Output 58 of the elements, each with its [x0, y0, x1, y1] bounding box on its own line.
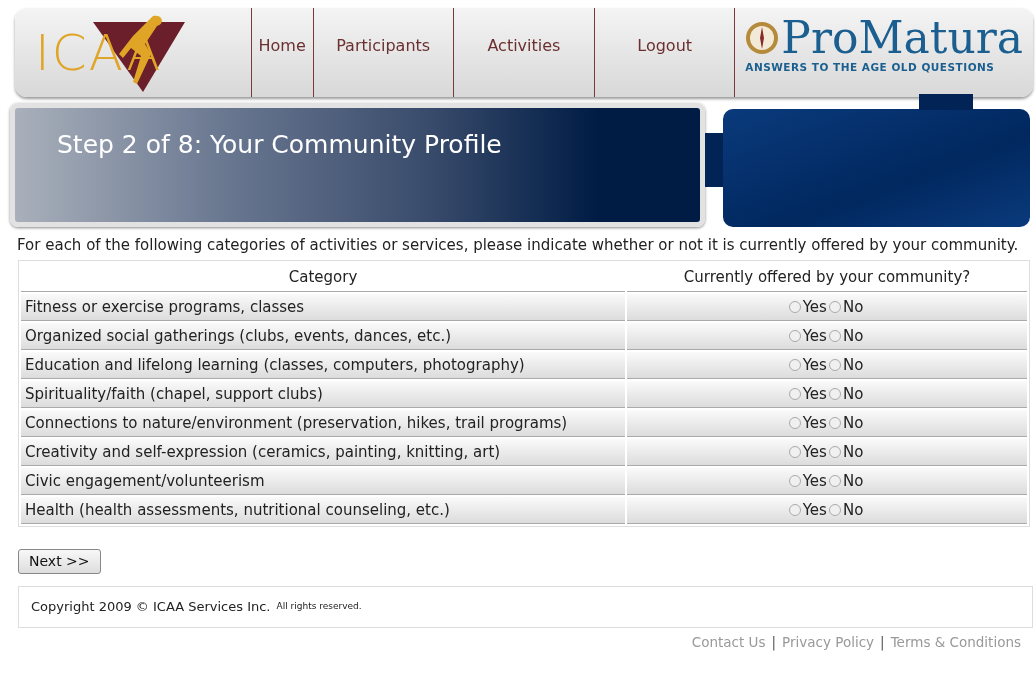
radio-option[interactable]: Yes [788, 440, 827, 464]
radio-option[interactable]: Yes [788, 353, 827, 377]
next-button[interactable]: Next >> [18, 549, 101, 574]
radio-button[interactable] [788, 387, 801, 400]
radio-option[interactable]: No [828, 498, 864, 522]
radio-button[interactable] [828, 329, 841, 342]
column-header: Currently offered by your community? [627, 263, 1027, 292]
copyright-text: Copyright 2009 © ICAA Services Inc. [31, 598, 271, 617]
radio-option[interactable]: Yes [788, 382, 827, 406]
radio-button[interactable] [828, 445, 841, 458]
instructions-text: For each of the following categories of activities or services, please indicate whether or not it is currently offered by your community. [17, 235, 1020, 256]
banner-connector [919, 94, 973, 110]
radio-button[interactable] [828, 358, 841, 371]
radio-option[interactable]: No [828, 353, 864, 377]
category-cell: Spirituality/faith (chapel, support clubs) [21, 381, 625, 408]
link-separator: | [771, 633, 777, 651]
tagline: ANSWERS TO THE AGE OLD QUESTIONS [745, 60, 996, 75]
radio-button[interactable] [788, 329, 801, 342]
radio-option[interactable]: Yes [788, 411, 827, 435]
radio-button[interactable] [788, 358, 801, 371]
category-cell: Creativity and self-expression (ceramics, painting, knitting, art) [21, 439, 625, 466]
nav-link[interactable]: Home [250, 8, 313, 97]
radio-option[interactable]: No [828, 411, 864, 435]
radio-option[interactable]: No [828, 440, 864, 464]
radio-button[interactable] [788, 474, 801, 487]
radio-button[interactable] [828, 474, 841, 487]
radio-button[interactable] [828, 503, 841, 516]
brand-logo-text: ProMatura [781, 16, 1023, 60]
nav-link[interactable]: Logout [594, 8, 735, 97]
rights-text: All rights reserved. [276, 600, 362, 614]
category-cell: Organized social gatherings (clubs, events, dances, etc.) [21, 323, 625, 350]
radio-button[interactable] [788, 300, 801, 313]
category-cell: Fitness or exercise programs, classes [21, 294, 625, 321]
radio-button[interactable] [828, 387, 841, 400]
radio-option[interactable]: Yes [788, 295, 827, 319]
radio-button[interactable] [828, 416, 841, 429]
radio-button[interactable] [788, 503, 801, 516]
radio-option[interactable]: Yes [788, 498, 827, 522]
banner-connector [705, 133, 723, 187]
category-cell: Civic engagement/volunteerism [21, 468, 625, 495]
radio-option[interactable]: No [828, 295, 864, 319]
page-title: Step 2 of 8: Your Community Profile [57, 130, 503, 160]
radio-button[interactable] [788, 416, 801, 429]
radio-option[interactable]: No [828, 324, 864, 348]
compass-icon [745, 21, 780, 55]
category-cell: Education and lifelong learning (classes, computers, photography) [21, 352, 625, 379]
link-separator: | [880, 633, 885, 651]
radio-option[interactable]: No [828, 382, 864, 406]
radio-option[interactable]: No [828, 469, 864, 493]
category-cell: Connections to nature/environment (preservation, hikes, trail programs) [21, 410, 625, 437]
radio-option[interactable]: Yes [788, 469, 827, 493]
category-cell: Health (health assessments, nutritional counseling, etc.) [21, 497, 625, 524]
radio-button[interactable] [828, 300, 841, 313]
radio-button[interactable] [788, 445, 801, 458]
column-header: Category [21, 263, 625, 292]
nav-link[interactable]: Activities [452, 8, 595, 97]
nav-link[interactable]: Participants [312, 8, 453, 97]
radio-option[interactable]: Yes [788, 324, 827, 348]
